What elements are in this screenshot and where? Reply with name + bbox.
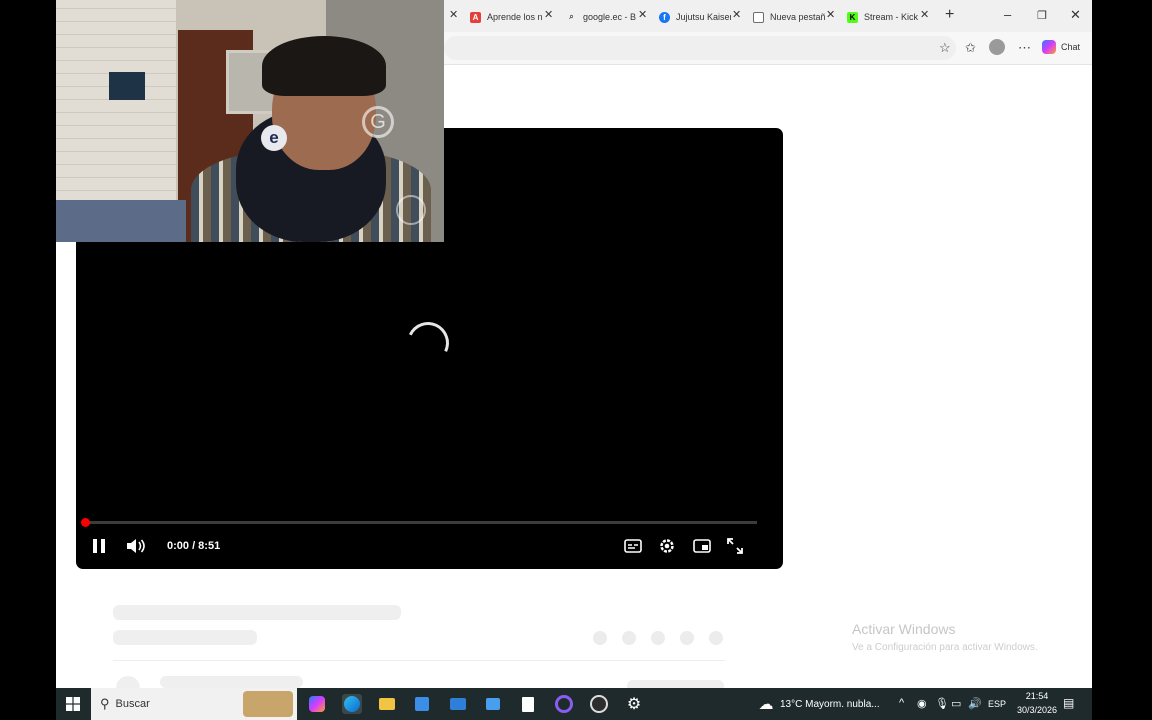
- profile-avatar-icon[interactable]: [989, 39, 1005, 55]
- google-logo-icon: G: [362, 106, 394, 138]
- overlay-logo-icon: [396, 195, 426, 225]
- new-tab-button[interactable]: +: [945, 6, 954, 24]
- clock-time[interactable]: 21:54: [1018, 691, 1056, 701]
- tab-close-icon[interactable]: ✕: [920, 8, 929, 21]
- address-bar[interactable]: [444, 36, 956, 60]
- speaker-icon[interactable]: 🔊: [968, 697, 982, 710]
- tab-aprende[interactable]: A Aprende los n: [470, 8, 542, 26]
- tab-close-icon[interactable]: ✕: [544, 8, 553, 21]
- app-ring-icon[interactable]: [554, 694, 574, 714]
- edge-logo-icon: e: [261, 125, 287, 151]
- close-window-icon[interactable]: ✕: [1070, 7, 1081, 23]
- settings-button[interactable]: [658, 537, 676, 560]
- language-indicator[interactable]: ESP: [988, 699, 1006, 709]
- taskbar-search[interactable]: ⚲ Buscar: [91, 688, 297, 720]
- fullscreen-icon: [727, 538, 743, 554]
- search-icon: ⚲: [100, 696, 110, 711]
- settings-taskbar-icon[interactable]: ⚙: [624, 694, 644, 714]
- webcam-overlay: e G: [56, 0, 444, 242]
- minimize-icon[interactable]: –: [1004, 7, 1011, 22]
- tab-jujutsu[interactable]: f Jujutsu Kaisen: [659, 8, 731, 26]
- file-explorer-icon[interactable]: [377, 694, 397, 714]
- favorite-star-icon[interactable]: ☆: [939, 40, 951, 56]
- pause-button[interactable]: [92, 539, 106, 553]
- progress-bar[interactable]: [85, 521, 757, 524]
- tab-close-icon[interactable]: ✕: [638, 8, 647, 21]
- kick-favicon-icon: K: [847, 11, 858, 23]
- windows-logo-icon: [66, 697, 80, 711]
- skeleton-dot: [709, 631, 723, 645]
- page-favicon-icon: [753, 11, 764, 23]
- start-button[interactable]: [63, 694, 83, 714]
- subtitles-button[interactable]: [624, 539, 642, 558]
- taskbar: ⚲ Buscar ⚙ ☁ 13°C Mayorm. nubla... ^ ◉ 🎙…: [56, 688, 1092, 720]
- copilot-icon: [1042, 40, 1056, 54]
- favorites-icon[interactable]: ✩: [965, 40, 976, 56]
- store-icon[interactable]: [412, 694, 432, 714]
- activate-windows-title: Activar Windows: [852, 621, 956, 637]
- miniplayer-button[interactable]: [693, 539, 711, 558]
- weather-text[interactable]: 13°C Mayorm. nubla...: [780, 699, 880, 710]
- pause-icon: [93, 539, 97, 553]
- skeleton-avatar: [116, 676, 140, 688]
- skeleton-subtitle: [113, 630, 257, 645]
- tab-kick[interactable]: K Stream - Kick: [847, 8, 919, 26]
- wall-poster: [109, 72, 145, 100]
- subtitles-icon: [624, 539, 642, 553]
- microphone-icon[interactable]: 🎙: [935, 697, 949, 710]
- restore-icon[interactable]: ❐: [1037, 9, 1047, 22]
- miniplayer-icon: [693, 539, 711, 553]
- copilot-taskbar-icon[interactable]: [307, 694, 327, 714]
- mail-icon[interactable]: [448, 694, 468, 714]
- tab-favicon-icon: A: [470, 11, 481, 23]
- notifications-icon[interactable]: ▤: [1063, 696, 1074, 710]
- show-hidden-icons-icon[interactable]: ^: [899, 697, 904, 709]
- tab-google[interactable]: ⌕ google.ec - B: [566, 8, 638, 26]
- network-icon[interactable]: ▭: [951, 697, 961, 710]
- search-highlight-image: [243, 691, 293, 717]
- gear-icon: [660, 539, 674, 553]
- activate-windows-subtitle: Ve a Configuración para activar Windows.: [852, 642, 1038, 653]
- skeleton-line: [160, 676, 303, 688]
- tab-close-icon[interactable]: ✕: [449, 8, 458, 21]
- fullscreen-button[interactable]: [727, 538, 743, 559]
- more-menu-icon[interactable]: ⋯: [1018, 40, 1031, 56]
- facebook-favicon-icon: f: [659, 11, 670, 23]
- tab-close-icon[interactable]: ✕: [732, 8, 741, 21]
- edge-taskbar-icon[interactable]: [342, 694, 362, 714]
- chat-button[interactable]: Chat: [1042, 40, 1080, 54]
- skeleton-dot: [680, 631, 694, 645]
- tab-close-icon[interactable]: ✕: [826, 8, 835, 21]
- clock-date[interactable]: 30/3/2026: [1010, 705, 1064, 715]
- scrubber-handle[interactable]: [81, 518, 90, 527]
- browser-window: ✕ A Aprende los n ✕ ⌕ google.ec - B ✕ f …: [56, 0, 1092, 688]
- weather-icon: ☁: [758, 696, 774, 713]
- search-favicon-icon: ⌕: [569, 12, 574, 21]
- skeleton-dot: [651, 631, 665, 645]
- divider: [113, 660, 725, 661]
- notepad-icon[interactable]: [518, 694, 538, 714]
- skeleton-title: [113, 605, 401, 620]
- outlook-icon[interactable]: [483, 694, 503, 714]
- skeleton-dot: [622, 631, 636, 645]
- skeleton-line: [627, 680, 724, 688]
- tab-nueva[interactable]: Nueva pestañ: [753, 8, 825, 26]
- obs-icon[interactable]: [589, 694, 609, 714]
- skeleton-dot: [593, 631, 607, 645]
- volume-button[interactable]: [126, 538, 146, 559]
- time-display: 0:00 / 8:51: [167, 540, 221, 552]
- camera-tray-icon[interactable]: ◉: [917, 697, 927, 710]
- volume-icon: [127, 539, 145, 553]
- loading-spinner-icon: [401, 316, 455, 370]
